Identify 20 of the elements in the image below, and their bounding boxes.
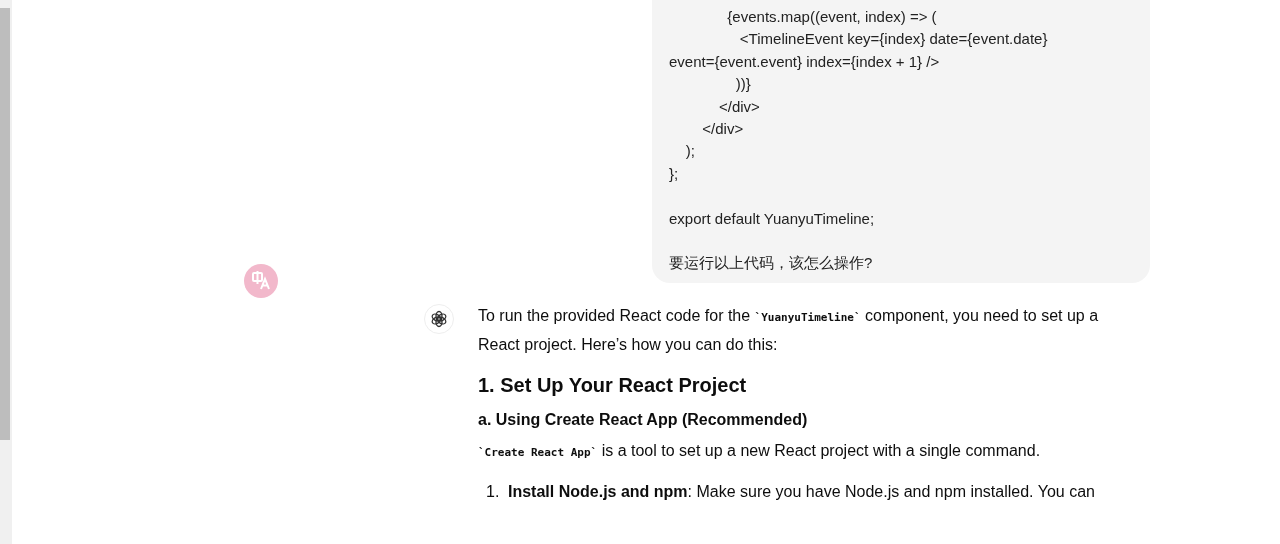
message-line: ); — [684, 141, 696, 162]
paragraph: `Create React App` is a tool to set up a new React project with a single command. — [478, 440, 1042, 461]
translate-icon[interactable] — [244, 263, 278, 298]
list-number: 1. — [485, 481, 501, 502]
message-line: ))} — [734, 74, 752, 95]
message-line: event={event.event} index={index + 1} /> — [669, 51, 941, 72]
subsection-heading: a. Using Create React App (Recommended) — [478, 409, 809, 430]
paragraph: To run the provided React code for the `YuanyuTimeline` component, you need to set up a React project. Here’s how you can do this: — [478, 305, 1100, 355]
message-line: {events.map((event, index) => ( — [726, 7, 938, 27]
message-line: }; — [669, 163, 680, 184]
list-item-text: Install Node.js and npm: Make sure you have Node.js and npm installed. You can — [508, 481, 1095, 502]
message-line: <TimelineEvent key={index} date={event.date} — [738, 29, 1049, 50]
message-line: 要运行以上代码，该怎么操作? — [669, 253, 874, 274]
scrollbar-thumb[interactable] — [0, 8, 10, 440]
message-line: </div> — [718, 96, 761, 117]
knot-icon — [430, 309, 448, 328]
scrollbar[interactable] — [0, 0, 12, 544]
section-heading: 1. Set Up Your React Project — [478, 372, 748, 398]
message-line: export default YuanyuTimeline; — [669, 208, 876, 229]
message-line: </div> — [701, 119, 745, 140]
